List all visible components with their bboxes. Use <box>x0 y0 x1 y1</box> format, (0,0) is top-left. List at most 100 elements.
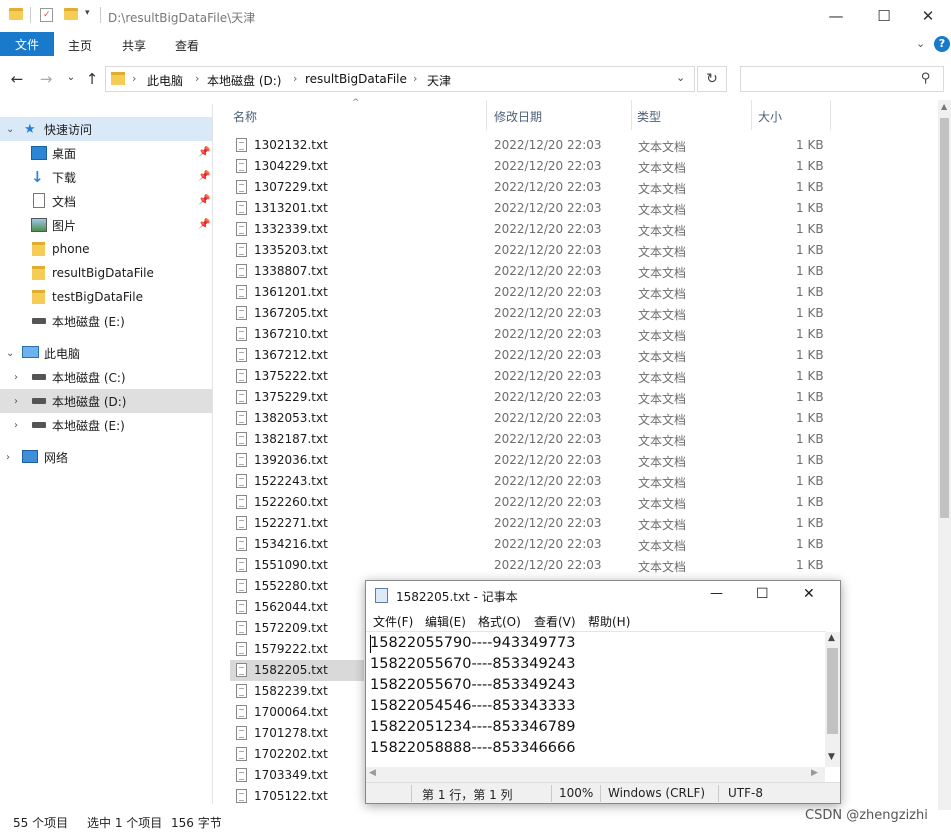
file-name: 1522243.txt <box>254 474 328 488</box>
scroll-up-icon[interactable]: ▲ <box>828 633 835 643</box>
menu-file[interactable]: 文件(F) <box>373 613 413 630</box>
tab-file[interactable]: 文件 <box>0 32 54 56</box>
sidebar-item-pictures[interactable]: 图片 📌 <box>0 213 212 237</box>
refresh-icon[interactable]: ↻ <box>697 66 727 92</box>
breadcrumb-this-pc[interactable]: 此电脑 <box>147 72 183 89</box>
table-row[interactable]: 1375229.txt 2022/12/20 22:03 文本文档 1 KB <box>230 387 930 408</box>
forward-arrow-icon[interactable]: → <box>37 70 55 88</box>
sidebar-item-downloads[interactable]: ↓ 下载 📌 <box>0 165 212 189</box>
notepad-maximize-button[interactable]: ☐ <box>756 586 769 602</box>
notepad-vertical-scrollbar[interactable]: ▲ ▼ <box>825 632 840 767</box>
menu-view[interactable]: 查看(V) <box>534 613 576 630</box>
sidebar-item-drive-c[interactable]: › 本地磁盘 (C:) <box>0 365 212 389</box>
file-name: 1382053.txt <box>254 411 328 425</box>
text-file-icon <box>236 768 247 782</box>
menu-help[interactable]: 帮助(H) <box>588 613 630 630</box>
table-row[interactable]: 1302132.txt 2022/12/20 22:03 文本文档 1 KB <box>230 135 930 156</box>
table-row[interactable]: 1335203.txt 2022/12/20 22:03 文本文档 1 KB <box>230 240 930 261</box>
scrollbar-thumb[interactable] <box>940 118 949 518</box>
table-row[interactable]: 1367212.txt 2022/12/20 22:03 文本文档 1 KB <box>230 345 930 366</box>
recent-locations-icon[interactable]: ⌄ <box>62 72 80 83</box>
chevron-right-icon[interactable]: › <box>6 452 10 463</box>
menu-edit[interactable]: 编辑(E) <box>425 613 466 630</box>
table-row[interactable]: 1361201.txt 2022/12/20 22:03 文本文档 1 KB <box>230 282 930 303</box>
table-row[interactable]: 1313201.txt 2022/12/20 22:03 文本文档 1 KB <box>230 198 930 219</box>
sidebar-item-resultbigdatafile[interactable]: resultBigDataFile <box>0 261 212 285</box>
table-row[interactable]: 1382187.txt 2022/12/20 22:03 文本文档 1 KB <box>230 429 930 450</box>
breadcrumb-tianjin[interactable]: 天津 <box>427 72 451 89</box>
vertical-scrollbar[interactable]: ▲ <box>938 100 951 810</box>
tab-view[interactable]: 查看 <box>175 37 199 54</box>
table-row[interactable]: 1582205.txt <box>230 660 364 681</box>
table-row[interactable]: 1375222.txt 2022/12/20 22:03 文本文档 1 KB <box>230 366 930 387</box>
close-button[interactable]: ✕ <box>905 0 951 32</box>
table-row[interactable]: 1338807.txt 2022/12/20 22:03 文本文档 1 KB <box>230 261 930 282</box>
help-icon[interactable]: ? <box>934 36 950 52</box>
table-row[interactable]: 1551090.txt 2022/12/20 22:03 文本文档 1 KB <box>230 555 930 576</box>
column-header-type[interactable]: 类型 <box>637 108 661 125</box>
scroll-up-icon[interactable]: ▲ <box>941 102 947 111</box>
table-row[interactable]: 1382053.txt 2022/12/20 22:03 文本文档 1 KB <box>230 408 930 429</box>
chevron-right-icon[interactable]: › <box>14 420 18 431</box>
column-header-date[interactable]: 修改日期 <box>494 108 542 125</box>
minimize-button[interactable]: — <box>813 0 859 32</box>
sidebar-item-documents[interactable]: 文档 📌 <box>0 189 212 213</box>
notepad-text-area[interactable]: 15822055790----943349773 15822055670----… <box>366 631 826 767</box>
sidebar-item-desktop[interactable]: 桌面 📌 <box>0 141 212 165</box>
customize-quick-access-icon[interactable]: ▾ <box>85 8 90 18</box>
sidebar-item-phone[interactable]: phone <box>0 237 212 261</box>
table-row[interactable]: 1367210.txt 2022/12/20 22:03 文本文档 1 KB <box>230 324 930 345</box>
chevron-right-icon[interactable]: › <box>14 372 18 383</box>
table-row[interactable]: 1307229.txt 2022/12/20 22:03 文本文档 1 KB <box>230 177 930 198</box>
maximize-button[interactable]: ☐ <box>861 0 907 32</box>
column-divider[interactable] <box>486 100 487 130</box>
properties-icon[interactable]: ✓ <box>40 8 53 22</box>
tab-share[interactable]: 共享 <box>122 37 146 54</box>
tab-home[interactable]: 主页 <box>68 37 92 54</box>
breadcrumb-drive-d[interactable]: 本地磁盘 (D:) <box>207 72 281 89</box>
chevron-down-icon[interactable]: ⌄ <box>6 124 14 135</box>
new-folder-icon[interactable] <box>64 8 78 20</box>
notepad-horizontal-scrollbar[interactable]: ◀ ▶ <box>366 767 825 782</box>
column-header-size[interactable]: 大小 <box>758 108 782 125</box>
chevron-right-icon[interactable]: › <box>14 396 18 407</box>
table-row[interactable]: 1367205.txt 2022/12/20 22:03 文本文档 1 KB <box>230 303 930 324</box>
column-divider[interactable] <box>830 100 831 130</box>
table-row[interactable]: 1522243.txt 2022/12/20 22:03 文本文档 1 KB <box>230 471 930 492</box>
table-row[interactable]: 1332339.txt 2022/12/20 22:03 文本文档 1 KB <box>230 219 930 240</box>
search-input[interactable]: ⚲ <box>740 66 944 92</box>
file-size: 1 KB <box>796 453 824 467</box>
scroll-right-icon[interactable]: ▶ <box>811 768 818 778</box>
chevron-down-icon[interactable]: ⌄ <box>6 348 14 359</box>
back-arrow-icon[interactable]: ← <box>8 70 26 88</box>
expand-ribbon-icon[interactable]: ⌄ <box>916 37 925 50</box>
table-row[interactable]: 1304229.txt 2022/12/20 22:03 文本文档 1 KB <box>230 156 930 177</box>
scroll-down-icon[interactable]: ▼ <box>828 752 835 762</box>
column-header-name[interactable]: 名称 <box>233 108 257 125</box>
scroll-left-icon[interactable]: ◀ <box>369 768 376 778</box>
sidebar-item-label: 本地磁盘 (E:) <box>52 418 125 433</box>
sidebar-item-this-pc[interactable]: ⌄ 此电脑 <box>0 341 212 365</box>
notepad-minimize-button[interactable]: — <box>710 586 723 601</box>
up-arrow-icon[interactable]: ↑ <box>83 70 101 88</box>
sidebar-item-drive-d[interactable]: › 本地磁盘 (D:) <box>0 389 212 413</box>
address-dropdown-icon[interactable]: ⌄ <box>676 71 685 84</box>
table-row[interactable]: 1522260.txt 2022/12/20 22:03 文本文档 1 KB <box>230 492 930 513</box>
menu-format[interactable]: 格式(O) <box>478 613 521 630</box>
column-divider[interactable] <box>751 100 752 130</box>
notepad-close-button[interactable]: ✕ <box>803 586 815 602</box>
table-row[interactable]: 1522271.txt 2022/12/20 22:03 文本文档 1 KB <box>230 513 930 534</box>
sidebar-item-drive-e[interactable]: › 本地磁盘 (E:) <box>0 413 212 437</box>
breadcrumb-resultbigdatafile[interactable]: resultBigDataFile <box>305 72 407 86</box>
column-divider[interactable] <box>631 100 632 130</box>
sidebar-item-testbigdatafile[interactable]: testBigDataFile <box>0 285 212 309</box>
table-row[interactable]: 1392036.txt 2022/12/20 22:03 文本文档 1 KB <box>230 450 930 471</box>
address-bar[interactable]: › 此电脑 › 本地磁盘 (D:) › resultBigDataFile › … <box>105 66 695 92</box>
file-type: 文本文档 <box>638 308 687 322</box>
table-row[interactable]: 1534216.txt 2022/12/20 22:03 文本文档 1 KB <box>230 534 930 555</box>
selection-count: 选中 1 个项目 <box>87 816 163 830</box>
scrollbar-thumb[interactable] <box>827 648 838 734</box>
sidebar-item-drive-e-quick[interactable]: 本地磁盘 (E:) <box>0 309 212 333</box>
sidebar-item-network[interactable]: › 网络 <box>0 445 212 469</box>
sidebar-item-quick-access[interactable]: ⌄ ★ 快速访问 <box>0 117 212 141</box>
